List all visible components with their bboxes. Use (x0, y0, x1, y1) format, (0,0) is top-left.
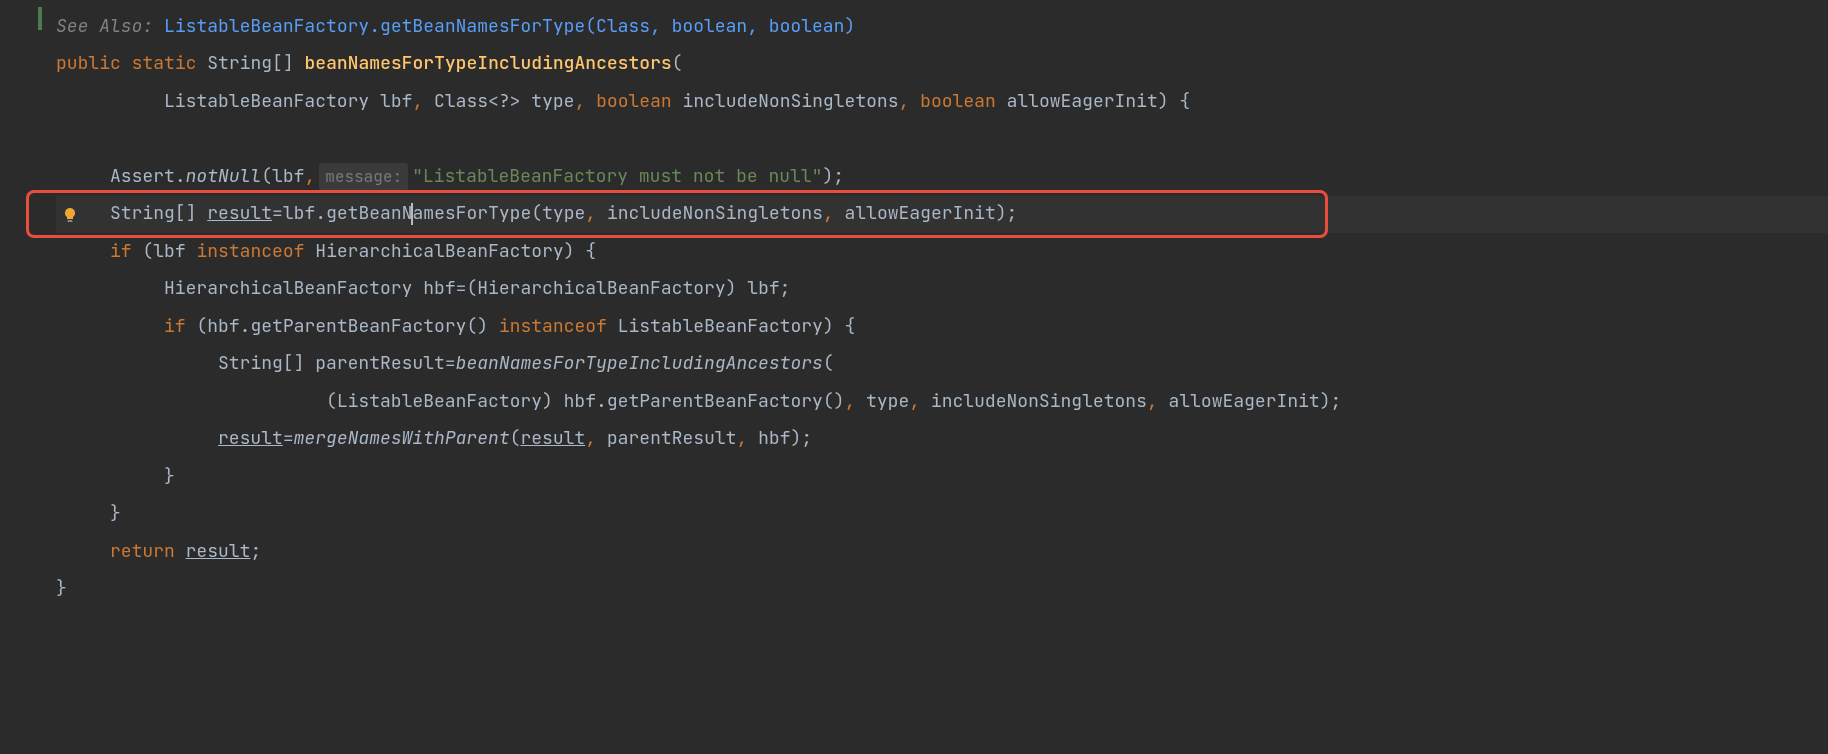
param-type: type (531, 87, 574, 117)
method-call: getBeanNamesForType (326, 199, 531, 229)
code-line: if ( hbf . getParentBeanFactory () insta… (56, 308, 1828, 346)
var-parent-result: parentResult (315, 349, 445, 379)
code-line: ( ListableBeanFactory ) hbf . getParentB… (56, 383, 1828, 421)
class-assert: Assert (110, 162, 175, 192)
comma: , (412, 87, 423, 117)
brace-close: } (110, 499, 121, 529)
text-cursor (411, 203, 413, 225)
keyword-static: static (132, 49, 197, 79)
param-allow-eager-init: allowEagerInit (1007, 87, 1158, 117)
code-line: if ( lbf instanceof HierarchicalBeanFact… (56, 233, 1828, 271)
paren-open: ( (672, 49, 683, 79)
code-line: ListableBeanFactory lbf , Class<?> type … (56, 83, 1828, 121)
code-line: HierarchicalBeanFactory hbf = ( Hierarch… (56, 271, 1828, 309)
code-line-empty (56, 121, 1828, 159)
code-line-comment: See Also: ListableBeanFactory.getBeanNam… (56, 8, 1828, 46)
comma: , (574, 87, 585, 117)
type-string-array: String[] (207, 49, 293, 79)
method-merge-names: mergeNamesWithParent (294, 424, 510, 454)
code-line: String[] parentResult = beanNamesForType… (56, 346, 1828, 384)
code-line: } (56, 458, 1828, 496)
keyword-boolean: boolean (596, 87, 672, 117)
var-hbf: hbf (423, 274, 455, 304)
code-line: } (56, 571, 1828, 609)
param-lbf: lbf (380, 87, 412, 117)
code-line: return result ; (56, 533, 1828, 571)
type-listable: ListableBeanFactory (164, 87, 369, 117)
code-editor[interactable]: See Also: ListableBeanFactory.getBeanNam… (0, 8, 1828, 608)
var-result: result (207, 199, 272, 229)
keyword-instanceof: instanceof (196, 237, 304, 267)
paren-close-brace: ) { (1158, 87, 1190, 117)
code-line: } (56, 496, 1828, 534)
code-line: Assert . notNull ( lbf , message: "Lista… (56, 158, 1828, 196)
keyword-public: public (56, 49, 121, 79)
intention-bulb-icon[interactable] (62, 207, 78, 223)
javadoc-link[interactable]: ListableBeanFactory.getBeanNamesForType(… (164, 12, 855, 42)
method-not-null: notNull (186, 162, 262, 192)
code-line-current: String[] result = lbf . getBeanNamesForT… (56, 196, 1828, 234)
comma: , (899, 87, 910, 117)
code-line: public static String[] beanNamesForTypeI… (56, 46, 1828, 84)
param-include-non-singletons: includeNonSingletons (683, 87, 899, 117)
keyword-return: return (110, 537, 175, 567)
inlay-hint[interactable]: message: (319, 163, 408, 191)
type-class: Class<?> (434, 87, 520, 117)
keyword-if: if (110, 237, 132, 267)
method-recursive-call: beanNamesForTypeIncludingAncestors (456, 349, 823, 379)
type-string-array: String[] (110, 199, 196, 229)
keyword-boolean: boolean (920, 87, 996, 117)
brace-close: } (164, 462, 175, 492)
brace-close: } (56, 574, 67, 604)
method-definition: beanNamesForTypeIncludingAncestors (304, 49, 671, 79)
string-literal: "ListableBeanFactory must not be null" (412, 162, 822, 192)
code-line: result = mergeNamesWithParent ( result ,… (56, 421, 1828, 459)
javadoc-see-also: See Also: (56, 12, 153, 42)
method-get-parent: getParentBeanFactory (250, 312, 466, 342)
